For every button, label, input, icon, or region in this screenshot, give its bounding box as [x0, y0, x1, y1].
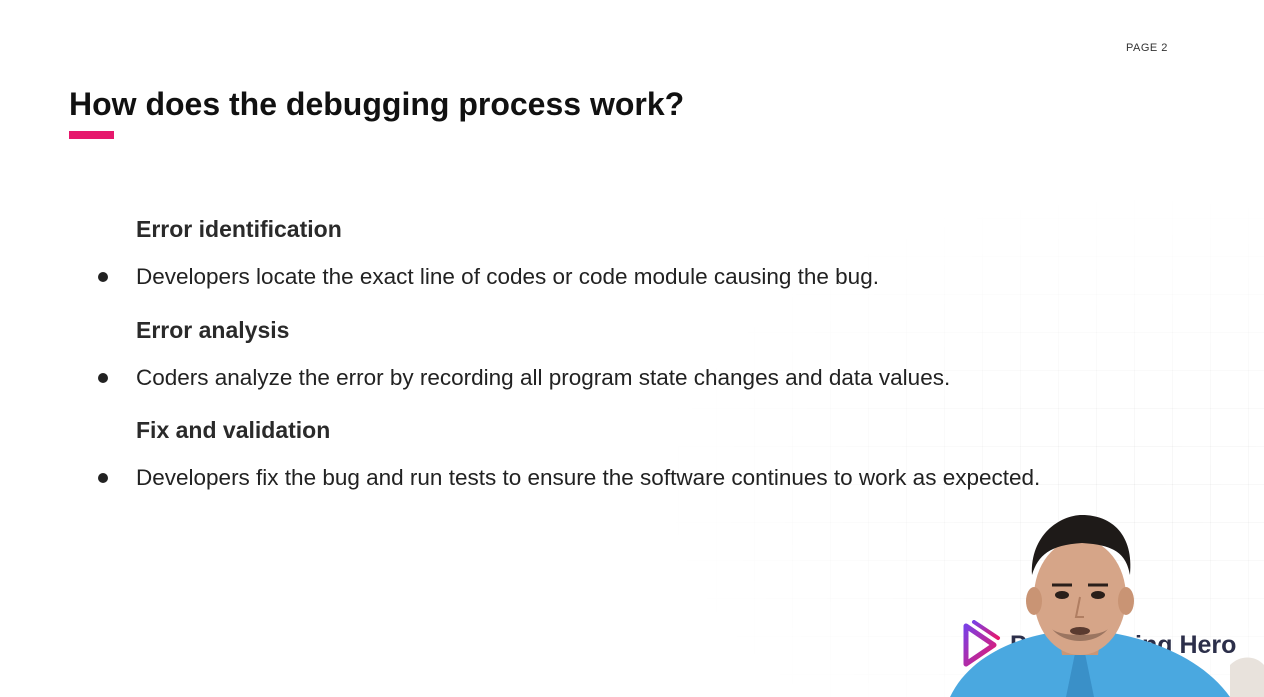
bullet-item: Developers fix the bug and run tests to … — [98, 465, 1040, 491]
bullet-text: Coders analyze the error by recording al… — [136, 365, 951, 390]
slide-title: How does the debugging process work? — [69, 86, 685, 122]
bullet-text: Developers locate the exact line of code… — [136, 264, 879, 289]
section-heading-fix-and-validation: Fix and validation — [136, 417, 331, 443]
section-heading-error-identification: Error identification — [136, 216, 342, 242]
title-accent-underline — [69, 131, 114, 139]
bullet-item: Developers locate the exact line of code… — [98, 264, 879, 290]
section-heading-error-analysis: Error analysis — [136, 317, 290, 343]
bullet-dot-icon — [98, 272, 108, 282]
bullet-dot-icon — [98, 473, 108, 483]
bullet-text: Developers fix the bug and run tests to … — [136, 465, 1041, 490]
presentation-slide: PAGE 2 How does the debugging process wo… — [0, 0, 1264, 697]
presenter-webcam — [930, 505, 1264, 697]
bullet-dot-icon — [98, 373, 108, 383]
bullet-item: Coders analyze the error by recording al… — [98, 365, 950, 391]
presenter-image — [950, 515, 1264, 697]
page-number-label: PAGE 2 — [1126, 42, 1168, 54]
